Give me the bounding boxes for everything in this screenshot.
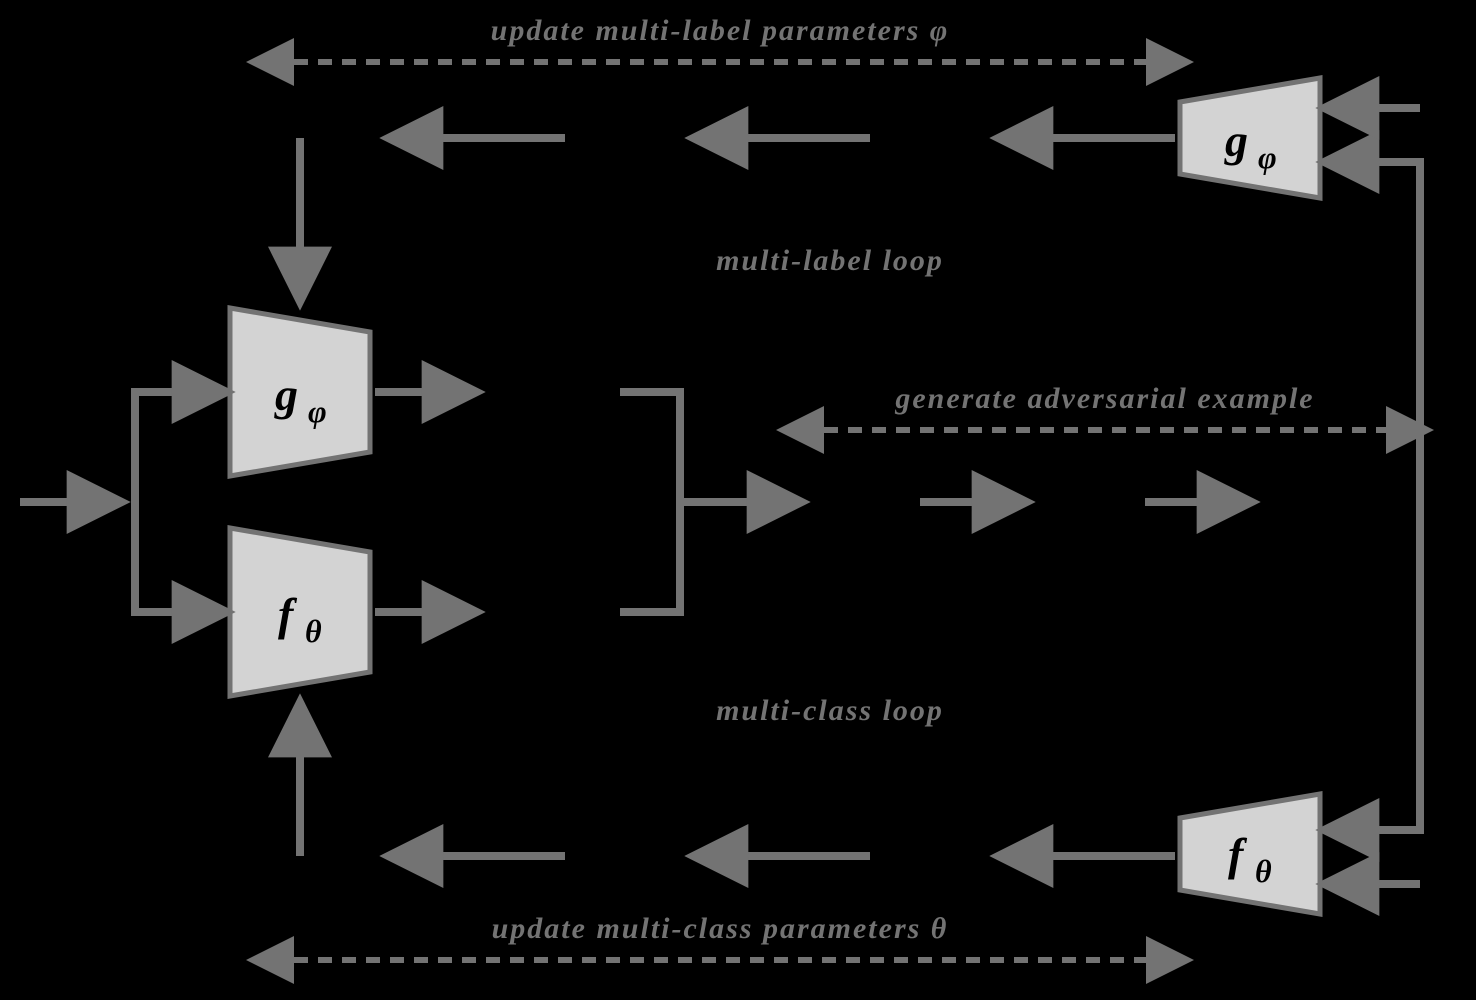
g-phi-left-g: g (274, 369, 298, 420)
label-update-theta: update multi-class parameters θ (492, 912, 949, 945)
fork-to-ftheta (135, 502, 225, 612)
node-f-theta-right: f θ (1180, 794, 1320, 914)
g-phi-left-sub: φ (308, 393, 327, 429)
node-g-phi-right: g φ (1180, 78, 1320, 198)
label-gen-adv: generate adversarial example (894, 382, 1314, 415)
fork-to-gphi (135, 392, 225, 502)
label-update-phi: update multi-label parameters φ (491, 14, 950, 47)
label-multi-class-loop: multi-class loop (716, 694, 944, 727)
merge-bottom (620, 502, 680, 612)
diagram-root: g φ f θ g φ f θ (0, 0, 1476, 1000)
f-theta-right-sub: θ (1255, 853, 1272, 889)
feed-down-right (1326, 502, 1420, 830)
feed-up-right (1326, 162, 1420, 502)
g-phi-right-g: g (1224, 115, 1248, 166)
label-multi-label-loop: multi-label loop (716, 244, 944, 277)
node-f-theta-left: f θ (230, 528, 370, 696)
node-g-phi-left: g φ (230, 308, 370, 476)
merge-top (620, 392, 680, 502)
f-theta-left-sub: θ (305, 613, 322, 649)
g-phi-right-sub: φ (1258, 139, 1277, 175)
